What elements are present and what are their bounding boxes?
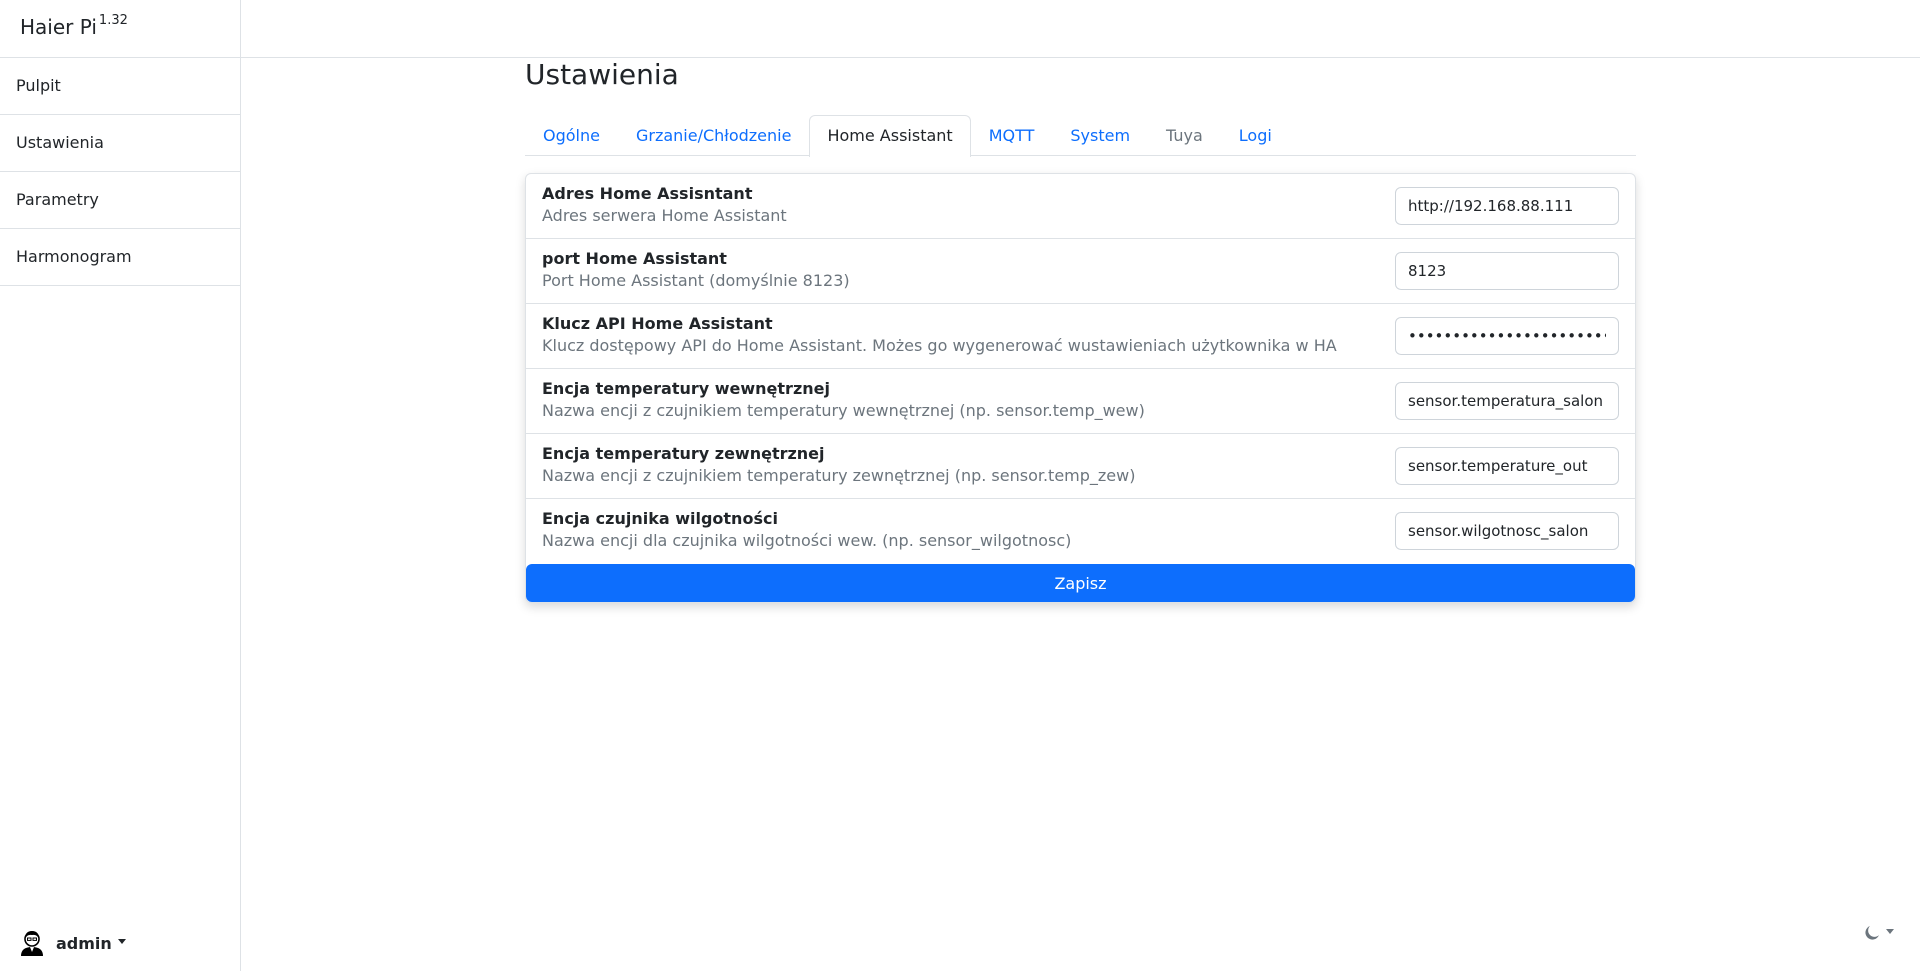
sidebar-item-harmonogram[interactable]: Harmonogram (0, 229, 240, 286)
save-button[interactable]: Zapisz (526, 564, 1635, 602)
caret-down-icon (1886, 928, 1894, 934)
app-name: Haier Pi (20, 15, 97, 39)
indoor-temp-entity-input[interactable] (1395, 382, 1619, 420)
tab-system[interactable]: System (1052, 115, 1148, 156)
theme-toggle[interactable] (1864, 925, 1894, 941)
setting-row-ha-address: Adres Home Assisntant Adres serwera Home… (526, 174, 1635, 239)
outdoor-temp-entity-input[interactable] (1395, 447, 1619, 485)
sidebar-item-parametry[interactable]: Parametry (0, 172, 240, 229)
main-content: Ustawienia Ogólne Grzanie/Chłodzenie Hom… (525, 58, 1636, 603)
settings-card: Adres Home Assisntant Adres serwera Home… (525, 173, 1636, 603)
user-avatar-icon (21, 931, 43, 956)
setting-row-indoor-temp-entity: Encja temperatury wewnętrznej Nazwa encj… (526, 369, 1635, 434)
sidebar-item-pulpit[interactable]: Pulpit (0, 58, 240, 115)
tab-logi[interactable]: Logi (1221, 115, 1290, 156)
tab-ogolne[interactable]: Ogólne (525, 115, 618, 156)
setting-row-ha-port: port Home Assistant Port Home Assistant … (526, 239, 1635, 304)
brand: Haier Pi 1.32 (0, 0, 240, 58)
ha-port-input[interactable] (1395, 252, 1619, 290)
ha-api-key-input[interactable] (1395, 317, 1619, 355)
caret-down-icon (117, 938, 126, 944)
tab-grzanie-chlodzenie[interactable]: Grzanie/Chłodzenie (618, 115, 809, 156)
top-bar (241, 0, 1920, 58)
humidity-entity-input[interactable] (1395, 512, 1619, 550)
sidebar: Haier Pi 1.32 Pulpit Ustawienia Parametry… (0, 0, 241, 971)
setting-row-humidity-entity: Encja czujnika wilgotności Nazwa encji d… (526, 499, 1635, 564)
page-title: Ustawienia (525, 58, 679, 91)
setting-row-ha-api-key: Klucz API Home Assistant Klucz dostępowy… (526, 304, 1635, 369)
sidebar-item-ustawienia[interactable]: Ustawienia (0, 115, 240, 172)
settings-tabs: Ogólne Grzanie/Chłodzenie Home Assistant… (525, 115, 1636, 157)
setting-row-outdoor-temp-entity: Encja temperatury zewnętrznej Nazwa encj… (526, 434, 1635, 499)
tab-tuya: Tuya (1166, 126, 1203, 145)
user-name: admin (56, 933, 112, 953)
tab-mqtt[interactable]: MQTT (971, 115, 1053, 156)
user-menu[interactable]: admin (18, 929, 126, 957)
moon-icon (1865, 926, 1879, 940)
app-version: 1.32 (98, 13, 128, 29)
ha-address-input[interactable] (1395, 187, 1619, 225)
tab-home-assistant[interactable]: Home Assistant (809, 115, 971, 157)
